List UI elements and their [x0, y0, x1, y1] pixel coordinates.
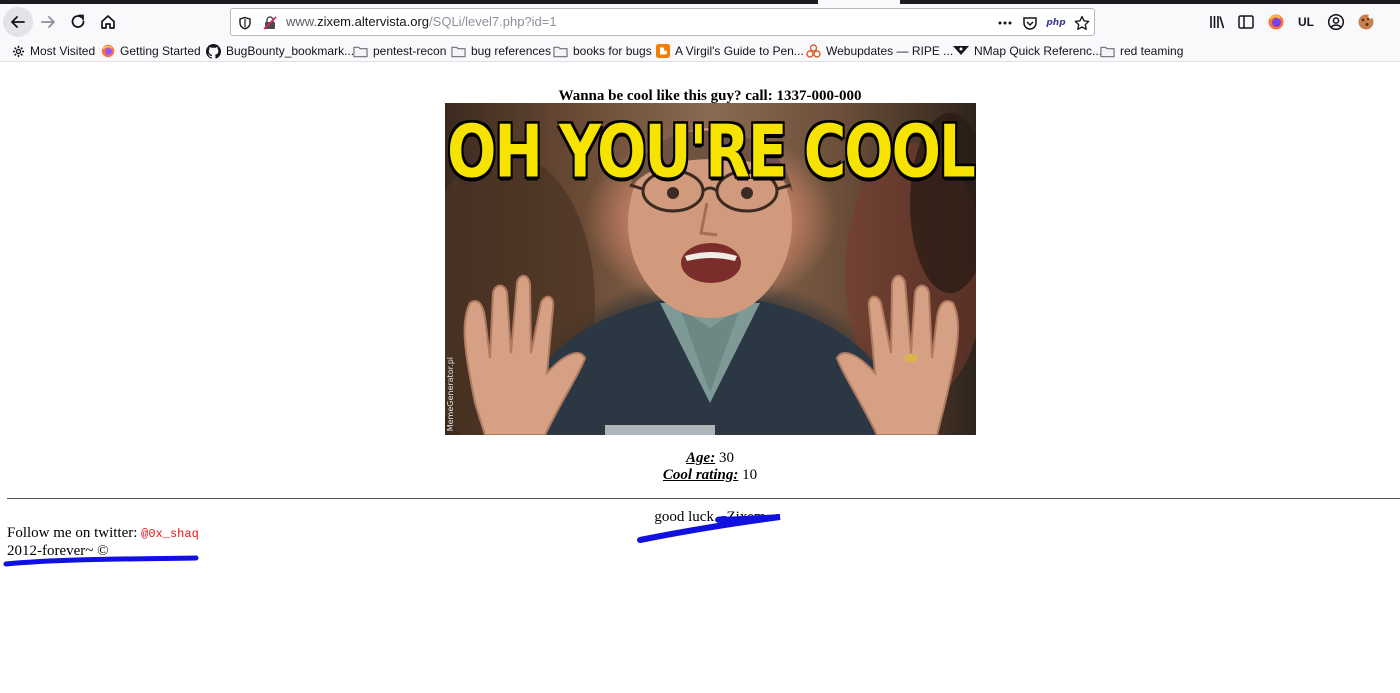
follow-text: Follow me on twitter: [7, 525, 142, 541]
folder-icon [553, 46, 568, 57]
bookmark-books-for-bugs[interactable]: books for bugs [553, 42, 652, 60]
gear-icon [12, 45, 25, 57]
php-badge-text: php [1046, 18, 1066, 28]
forward-arrow-icon [41, 16, 55, 28]
profile-stats: Age: 30 Cool rating: 10 [0, 450, 1400, 484]
bookmark-label: red teaming [1120, 44, 1184, 58]
bookmark-label: bug references [471, 44, 552, 58]
user-initials-text: UL [1298, 15, 1314, 29]
github-icon [206, 43, 221, 59]
age-value: 30 [715, 450, 734, 466]
bookmark-bugbounty[interactable]: BugBounty_bookmark... [206, 42, 354, 60]
ripe-icon [806, 44, 821, 58]
age-row: Age: 30 [0, 450, 1400, 467]
reload-button[interactable] [63, 7, 93, 37]
url-text[interactable]: www.zixem.altervista.org/SQLi/level7.php… [286, 14, 557, 29]
back-arrow-icon [11, 16, 25, 28]
user-initials-extension[interactable]: UL [1295, 12, 1317, 32]
bookmark-getting-started[interactable]: Getting Started [101, 42, 201, 60]
bookmark-most-visited[interactable]: Most Visited [12, 42, 95, 60]
cool-rating-row: Cool rating: 10 [0, 467, 1400, 484]
bookmark-pentest-recon[interactable]: pentest-recon [353, 42, 446, 60]
bookmark-ripe-webupdates[interactable]: Webupdates — RIPE ... [806, 42, 953, 60]
cool-rating-label: Cool rating: [662, 467, 739, 483]
sidebar-toggle-icon[interactable] [1236, 12, 1256, 32]
profile-icon[interactable] [1326, 12, 1346, 32]
cookie-extension-icon[interactable] [1356, 12, 1376, 32]
bookmark-nmap-reference[interactable]: NMap Quick Referenc... [953, 42, 1102, 60]
page-actions-menu-icon[interactable] [996, 14, 1014, 32]
url-path: /SQLi/level7.php?id=1 [429, 14, 557, 29]
meme-caption: OH YOU'RE COOL [447, 109, 976, 194]
bookmark-bug-references[interactable]: bug references [451, 42, 551, 60]
folder-icon [353, 46, 368, 57]
blogger-icon [656, 44, 670, 58]
url-prefix: www. [286, 14, 318, 29]
cool-rating-value: 10 [738, 467, 758, 483]
age-label: Age: [686, 450, 716, 466]
bookmarks-toolbar: Most Visited Getting Started BugBounty_b… [0, 40, 1400, 62]
pocket-icon[interactable] [1021, 14, 1039, 32]
url-host: zixem.altervista.org [317, 14, 430, 29]
nmap-icon [953, 46, 969, 55]
bookmark-label: NMap Quick Referenc... [974, 44, 1103, 58]
forward-button[interactable] [33, 7, 63, 37]
firefox-icon [101, 44, 115, 58]
bookmark-label: Most Visited [30, 44, 96, 58]
bookmark-label: books for bugs [573, 44, 652, 58]
library-icon[interactable] [1207, 12, 1227, 32]
navigation-toolbar: www.zixem.altervista.org/SQLi/level7.php… [0, 4, 1400, 40]
folder-icon [1100, 46, 1115, 57]
insecure-connection-icon[interactable] [261, 14, 279, 32]
back-button[interactable] [3, 7, 33, 37]
home-icon [101, 15, 115, 29]
folder-icon [451, 46, 466, 57]
tracking-shield-icon[interactable] [236, 14, 254, 32]
bookmark-label: BugBounty_bookmark... [226, 44, 355, 58]
php-extension-icon[interactable]: php [1045, 14, 1067, 32]
meme-watermark: MemeGenerator.pl [446, 356, 455, 431]
horizontal-divider [7, 498, 1400, 499]
bookmark-red-teaming[interactable]: red teaming [1100, 42, 1183, 60]
page-content: Wanna be cool like this guy? call: 1337-… [0, 63, 1400, 693]
meme-image: OH YOU'RE COOL MemeGenerator.pl [445, 103, 976, 435]
twitter-follow-line: Follow me on twitter: @0x_shaq [7, 525, 199, 542]
bookmark-label: pentest-recon [373, 44, 447, 58]
reload-icon [71, 14, 85, 28]
bookmark-virgils-guide[interactable]: A Virgil's Guide to Pen... [656, 42, 804, 60]
good-luck-message: good luck. -Zixem [654, 509, 766, 525]
home-button[interactable] [93, 7, 123, 37]
bookmark-label: Getting Started [120, 44, 201, 58]
bookmark-label: Webupdates — RIPE ... [826, 44, 954, 58]
url-bar[interactable]: www.zixem.altervista.org/SQLi/level7.php… [230, 8, 1095, 36]
copyright-text: 2012-forever~ © [7, 543, 109, 559]
firefox-account-icon[interactable] [1266, 12, 1286, 32]
twitter-handle[interactable]: @0x_shaq [141, 527, 199, 541]
bookmark-star-icon[interactable] [1073, 14, 1091, 32]
bookmark-label: A Virgil's Guide to Pen... [675, 44, 804, 58]
